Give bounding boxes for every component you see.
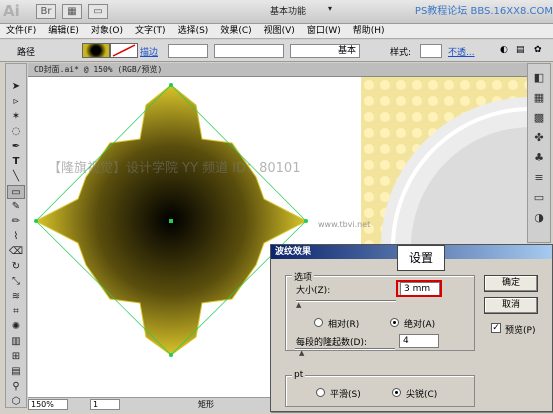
absolute-radio[interactable] [390,318,399,327]
menu-select[interactable]: 选择(S) [172,24,215,38]
stroke-panel-icon[interactable]: ≡ [530,170,548,186]
tutorial-watermark: 【隆旗视觉】设计学院 YY 频道 ID：80101 [48,161,301,176]
arrange-documents-icon[interactable]: ▦ [62,4,82,19]
document-tab[interactable]: CD封面.ai* @ 150% (RGB/预览) [28,63,527,77]
gradient-tool-icon[interactable]: ▤ [7,365,25,379]
menu-edit[interactable]: 编辑(E) [42,24,85,38]
align-icon[interactable]: ▤ [516,45,525,55]
menu-effect[interactable]: 效果(C) [214,24,257,38]
site-watermark: www.tbvi.net [318,220,371,229]
options-group: 选项 大小(Z): ▲ 3 mm 相对(R) 绝对(A) 每段的隆起数(D): [285,270,475,351]
brand-watermark: PS教程论坛 BBS.16XX8.COM [414,6,553,17]
pencil-tool-icon[interactable]: ✏ [7,215,25,229]
corner-radio[interactable] [392,388,401,397]
ridges-label: 每段的隆起数(D): [296,338,367,348]
smooth-radio[interactable] [316,388,325,397]
brushes-panel-icon[interactable]: ✤ [530,130,548,146]
bridge-icon[interactable]: Br [36,4,56,19]
pen-tool-icon[interactable]: ✒ [7,140,25,154]
smooth-label: 平滑(S) [330,390,361,400]
graph-tool-icon[interactable]: ▥ [7,335,25,349]
points-group-title: pt [292,370,306,380]
current-tool-status: 矩形 [198,400,214,409]
eraser-tool-icon[interactable]: ⌫ [7,245,25,259]
artboard-select[interactable]: 1 [90,399,120,410]
warp-tool-icon[interactable]: ≋ [7,290,25,304]
color-guide-icon[interactable]: ▦ [530,90,548,106]
symbol-sprayer-tool-icon[interactable]: ✺ [7,320,25,334]
transparency-panel-icon[interactable]: ◑ [530,210,548,226]
scale-tool-icon[interactable]: ⤡ [7,275,25,289]
preview-checkbox[interactable]: ✓ [491,323,501,333]
symbols-panel-icon[interactable]: ♣ [530,150,548,166]
annotation-callout: 设置 [397,245,445,271]
size-highlight-box [396,280,442,297]
points-group: pt 平滑(S) 尖锐(C) [285,370,475,407]
document-title: CD封面.ai* @ 150% (RGB/预览) [34,65,163,74]
options-group-title: 选项 [292,270,315,283]
variable-width-select[interactable] [214,44,284,58]
menu-object[interactable]: 对象(O) [85,24,129,38]
preview-label: 预览(P) [505,326,536,336]
eyedropper-tool-icon[interactable]: ⚲ [7,380,25,394]
magic-wand-tool-icon[interactable]: ✶ [7,110,25,124]
stroke-link[interactable]: 描边 [140,45,158,58]
app-logo: Ai [3,2,20,20]
no-stroke-icon [112,44,136,57]
style-label: 样式: [390,48,412,58]
screen-mode-icon[interactable]: ▭ [88,4,108,19]
control-bar: 路径 描边 基本 样式: 不透... ◐ ▤ ✿ [0,40,553,62]
rotate-tool-icon[interactable]: ↻ [7,260,25,274]
swatches-panel-icon[interactable]: ▩ [530,110,548,126]
title-bar: Ai Br ▦ ▭ 基本功能 ▾ PS教程论坛 BBS.16XX8.COM [0,0,553,24]
menu-type[interactable]: 文字(T) [129,24,172,38]
graphic-style-select[interactable] [420,44,442,58]
brush-definition-select[interactable]: 基本 [290,44,360,58]
extra-options-icon[interactable]: ✿ [534,45,542,55]
zoom-level-select[interactable]: 150% [28,399,68,410]
selection-type-label: 路径 [17,48,36,58]
blend-tool-icon[interactable]: ⬡ [7,395,25,409]
menu-window[interactable]: 窗口(W) [301,24,347,38]
opacity-link[interactable]: 不透... [448,45,475,58]
direct-selection-tool-icon[interactable]: ▹ [7,95,25,109]
cancel-button[interactable]: 取消 [484,297,538,314]
menu-bar: 文件(F) 编辑(E) 对象(O) 文字(T) 选择(S) 效果(C) 视图(V… [0,24,553,39]
fill-swatch[interactable] [82,43,110,58]
ridges-slider[interactable] [295,348,395,350]
menu-view[interactable]: 视图(V) [258,24,301,38]
ridges-slider-thumb[interactable]: ▲ [299,349,304,357]
stroke-weight-select[interactable] [168,44,208,58]
ok-button[interactable]: 确定 [484,275,538,292]
ridges-input[interactable]: 4 [399,334,439,348]
line-tool-icon[interactable]: ╲ [7,170,25,184]
paintbrush-tool-icon[interactable]: ✎ [7,200,25,214]
mesh-tool-icon[interactable]: ⊞ [7,350,25,364]
selection-tool-icon[interactable]: ➤ [7,80,25,94]
rectangle-tool-icon[interactable]: ▭ [7,185,25,199]
style-preset-label: 基本 [337,46,356,56]
size-slider-thumb[interactable]: ▲ [296,301,301,309]
color-panel-icon[interactable]: ◧ [530,70,548,86]
panel-dock: ◧ ▦ ▩ ✤ ♣ ≡ ▭ ◑ [527,63,551,243]
workspace-switcher[interactable]: 基本功能 ▾ [270,4,332,19]
relative-label: 相对(R) [328,320,360,330]
stroke-swatch[interactable] [110,43,138,58]
corner-label: 尖锐(C) [406,390,438,400]
menu-help[interactable]: 帮助(H) [347,24,391,38]
menu-file[interactable]: 文件(F) [0,24,42,38]
type-tool-icon[interactable]: T [7,155,25,169]
lasso-tool-icon[interactable]: ◌ [7,125,25,139]
free-transform-tool-icon[interactable]: ⌗ [7,305,25,319]
tools-panel: ➤ ▹ ✶ ◌ ✒ T ╲ ▭ ✎ ✏ ⌇ ⌫ ↻ ⤡ ≋ ⌗ ✺ ▥ ⊞ ▤ … [5,63,27,408]
size-slider[interactable] [296,300,396,302]
absolute-label: 绝对(A) [404,320,436,330]
recolor-artwork-icon[interactable]: ◐ [500,45,508,55]
relative-radio[interactable] [314,318,323,327]
gradient-panel-icon[interactable]: ▭ [530,190,548,206]
size-label: 大小(Z): [296,286,331,296]
blob-brush-tool-icon[interactable]: ⌇ [7,230,25,244]
